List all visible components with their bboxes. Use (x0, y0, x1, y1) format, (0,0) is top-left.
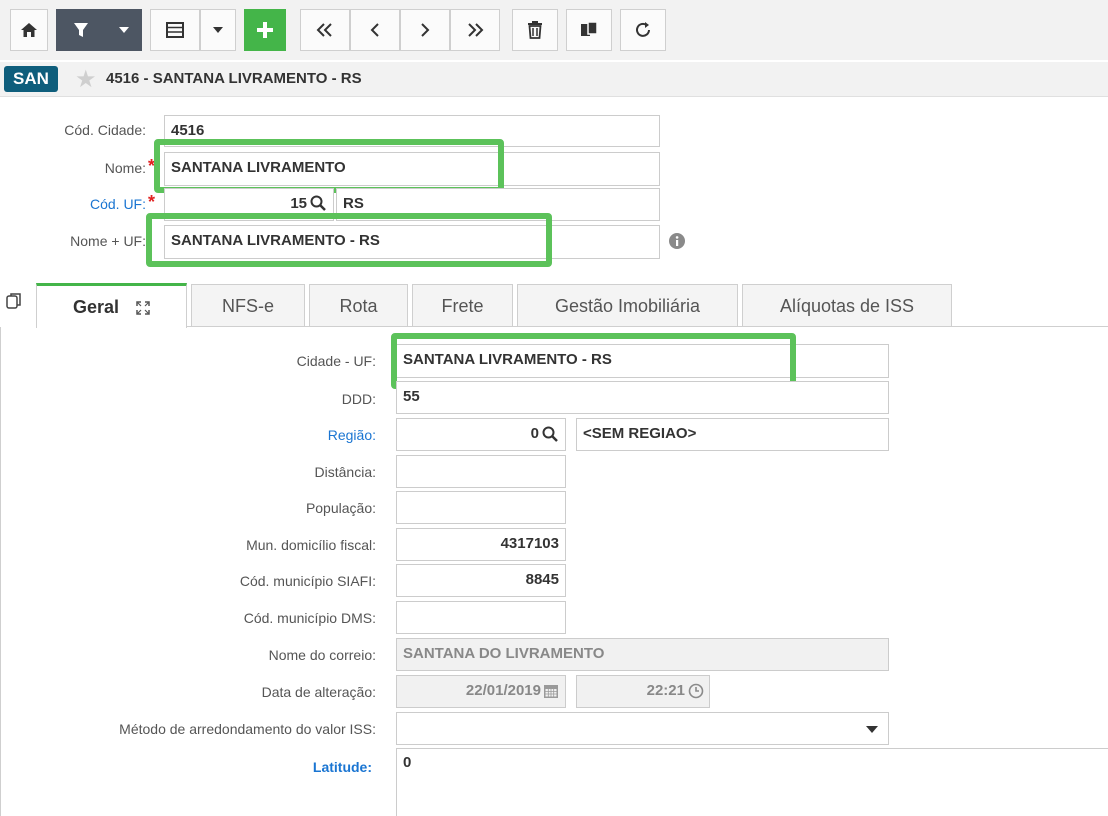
populacao-label: População: (305, 500, 376, 516)
distancia-field[interactable] (396, 455, 566, 488)
required-asterisk: * (148, 192, 156, 212)
data-alteracao-label: Data de alteração: (261, 684, 376, 700)
grid-dropdown-button[interactable] (200, 9, 236, 51)
mun-domicilio-field[interactable]: 4317103 (396, 528, 566, 561)
clock-icon (688, 683, 704, 699)
regiao-field[interactable]: 0 (396, 418, 566, 451)
caret-down-icon (119, 27, 129, 33)
nome-label-text: Nome: (104, 160, 146, 176)
copy-icon (581, 21, 598, 36)
nome-uf-label: Nome + UF: (70, 233, 146, 249)
first-record-button[interactable] (300, 9, 350, 51)
nome-field[interactable]: SANTANA LIVRAMENTO (164, 152, 660, 186)
table-icon (166, 22, 184, 38)
required-asterisk: * (148, 156, 156, 176)
search-icon[interactable] (542, 426, 558, 442)
cidade-uf-field[interactable]: SANTANA LIVRAMENTO - RS (396, 344, 889, 378)
search-icon[interactable] (310, 195, 326, 211)
latitude-label[interactable]: Latitude: (10, 759, 372, 775)
tab-frete[interactable]: Frete (412, 284, 513, 327)
info-icon[interactable] (669, 233, 685, 249)
cod-siafi-field[interactable]: 8845 (396, 564, 566, 597)
tab-geral-label: Geral (72, 297, 119, 317)
grid-view-button[interactable] (150, 9, 200, 51)
cod-siafi-label: Cód. município SIAFI: (239, 573, 376, 589)
cod-cidade-field[interactable]: 4516 (164, 115, 660, 147)
last-record-button[interactable] (450, 9, 500, 51)
chevron-left-icon (370, 23, 379, 37)
filter-icon (74, 23, 88, 37)
nome-correio-label: Nome do correio: (268, 647, 376, 663)
trash-icon (528, 21, 542, 39)
next-record-button[interactable] (400, 9, 450, 51)
ddd-label: DDD: (341, 391, 376, 407)
delete-button[interactable] (512, 9, 558, 51)
nome-correio-field: SANTANA DO LIVRAMENTO (396, 638, 889, 671)
cidade-uf-label: Cidade - UF: (296, 353, 376, 369)
metodo-arredondamento-label: Método de arredondamento do valor ISS: (119, 721, 376, 737)
regiao-label[interactable]: Região: (10, 427, 376, 443)
nome-uf-field[interactable]: SANTANA LIVRAMENTO - RS (164, 225, 660, 259)
cod-uf-label[interactable]: Cód. UF: (20, 196, 146, 212)
cod-dms-field[interactable] (396, 601, 566, 634)
filter-dropdown-button[interactable] (106, 9, 142, 51)
latitude-field[interactable]: 0 (396, 748, 1108, 816)
plus-icon (257, 22, 273, 38)
add-button[interactable] (244, 9, 286, 51)
double-chevron-right-icon (468, 23, 484, 37)
toolbar (0, 0, 1108, 60)
calendar-icon (544, 685, 558, 698)
home-icon (21, 23, 37, 37)
tab-aliquotas-iss[interactable]: Alíquotas de ISS (742, 284, 952, 327)
restore-window-icon[interactable] (6, 292, 22, 310)
metodo-arredondamento-select[interactable] (396, 712, 889, 745)
nome-label: Nome: (20, 160, 146, 176)
caret-down-icon[interactable] (866, 726, 878, 733)
populacao-field[interactable] (396, 491, 566, 524)
double-chevron-left-icon (316, 23, 332, 37)
record-header: SAN ★ 4516 - SANTANA LIVRAMENTO - RS (0, 62, 1108, 97)
tab-nfse[interactable]: NFS-e (191, 284, 305, 327)
caret-down-icon (213, 27, 223, 33)
refresh-button[interactable] (620, 9, 666, 51)
record-title: 4516 - SANTANA LIVRAMENTO - RS (106, 70, 362, 87)
mun-domicilio-label: Mun. domicílio fiscal: (246, 537, 376, 553)
previous-record-button[interactable] (350, 9, 400, 51)
distancia-label: Distância: (314, 464, 376, 480)
filter-button[interactable] (56, 9, 106, 51)
expand-icon[interactable] (136, 301, 150, 315)
regiao-description-field: <SEM REGIAO> (576, 418, 889, 451)
uf-description-field: RS (336, 188, 660, 221)
copy-button[interactable] (566, 9, 612, 51)
chevron-right-icon (421, 23, 430, 37)
ddd-field[interactable]: 55 (396, 381, 889, 414)
refresh-icon (636, 22, 650, 37)
cod-dms-label: Cód. município DMS: (243, 610, 376, 626)
cod-cidade-label: Cód. Cidade: (64, 122, 146, 138)
tab-geral[interactable]: Geral (36, 283, 187, 328)
record-badge: SAN (4, 66, 58, 92)
tab-rota[interactable]: Rota (309, 284, 408, 327)
cod-uf-field[interactable]: 15 (164, 188, 334, 221)
tab-gestao-imobiliaria[interactable]: Gestão Imobiliária (517, 284, 738, 327)
favorite-star-icon[interactable]: ★ (75, 65, 97, 94)
home-button[interactable] (10, 9, 48, 51)
data-alteracao-field: 22/01/2019 (396, 675, 566, 708)
